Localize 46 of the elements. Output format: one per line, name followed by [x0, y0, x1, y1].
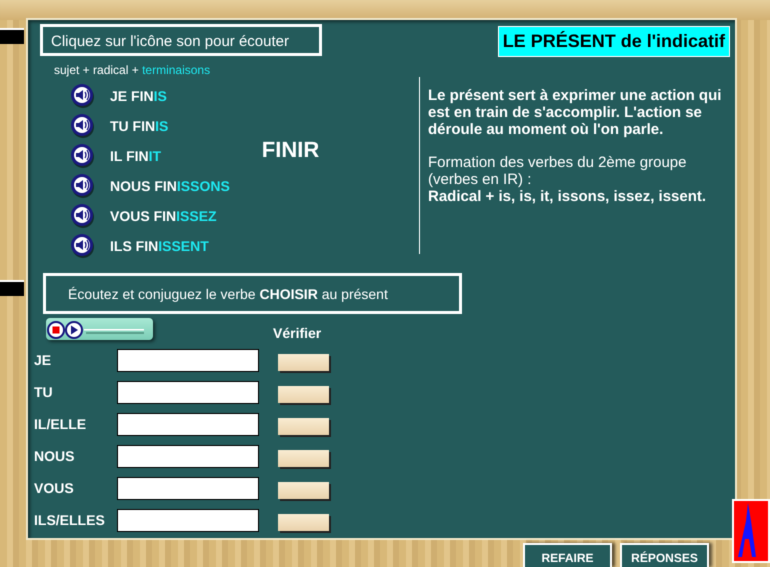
verb-title: FINIR — [262, 136, 320, 164]
pronoun-label: JE — [34, 350, 52, 370]
stop-icon[interactable] — [47, 320, 65, 339]
logo-icon — [732, 499, 770, 563]
speaker-icon[interactable] — [70, 113, 96, 139]
conjugation-text: JE FINIS — [110, 86, 167, 106]
exercise-instruction: Écoutez et conjuguez le verbe CHOISIR au présent — [43, 273, 462, 314]
conjugation-text: NOUS FINISSONS — [110, 176, 230, 196]
check-button[interactable] — [278, 482, 329, 499]
conjugation-text: IL FINIT — [110, 146, 162, 166]
answer-field[interactable] — [117, 508, 259, 532]
speaker-icon[interactable] — [70, 173, 96, 199]
pronoun-label: IL/ELLE — [34, 414, 88, 434]
explanation-text: Le présent sert à exprimer une action qui est en train de s'accomplir. L'action se déroule au moment où l'on parle. — [428, 87, 722, 138]
check-button[interactable] — [278, 450, 329, 467]
check-button[interactable] — [278, 514, 329, 531]
speaker-icon[interactable] — [70, 203, 96, 229]
conjugation-text: VOUS FINISSEZ — [110, 206, 217, 226]
audio-player[interactable] — [46, 318, 153, 340]
formula-text: sujet + radical + terminaisons — [54, 62, 212, 79]
footer-button[interactable]: REFAIRE — [523, 543, 612, 567]
check-button[interactable] — [278, 386, 329, 403]
instruction-text: Cliquez sur l'icône son pour écouter — [40, 24, 322, 56]
pronoun-label: VOUS — [34, 478, 75, 498]
conjugation-text: TU FINIS — [110, 116, 168, 136]
pronoun-label: TU — [34, 382, 54, 402]
speaker-icon[interactable] — [70, 143, 96, 169]
answer-field[interactable] — [117, 444, 259, 468]
answer-field[interactable] — [117, 476, 259, 500]
answer-field[interactable] — [117, 380, 259, 404]
explanation-text: Radical + is, is, it, issons, issez, issent. — [428, 188, 708, 205]
speaker-icon[interactable] — [70, 83, 96, 109]
lesson-title: LE PRÉSENT de l'indicatif — [498, 26, 730, 57]
explanation-text: Formation des verbes du 2ème groupe (verbes en IR) : — [428, 154, 688, 188]
check-button[interactable] — [278, 418, 329, 435]
column-header: Vérifier — [273, 324, 322, 343]
progress-track[interactable] — [84, 328, 144, 334]
play-icon[interactable] — [65, 320, 83, 339]
answer-field[interactable] — [117, 348, 259, 372]
pronoun-label: NOUS — [34, 446, 76, 466]
footer-button[interactable]: RÉPONSES — [620, 543, 709, 567]
pronoun-label: ILS/ELLES — [34, 510, 106, 530]
conjugation-text: ILS FINISSENT — [110, 236, 209, 256]
answer-field[interactable] — [117, 412, 259, 436]
speaker-icon[interactable] — [70, 233, 96, 259]
check-button[interactable] — [278, 354, 329, 371]
